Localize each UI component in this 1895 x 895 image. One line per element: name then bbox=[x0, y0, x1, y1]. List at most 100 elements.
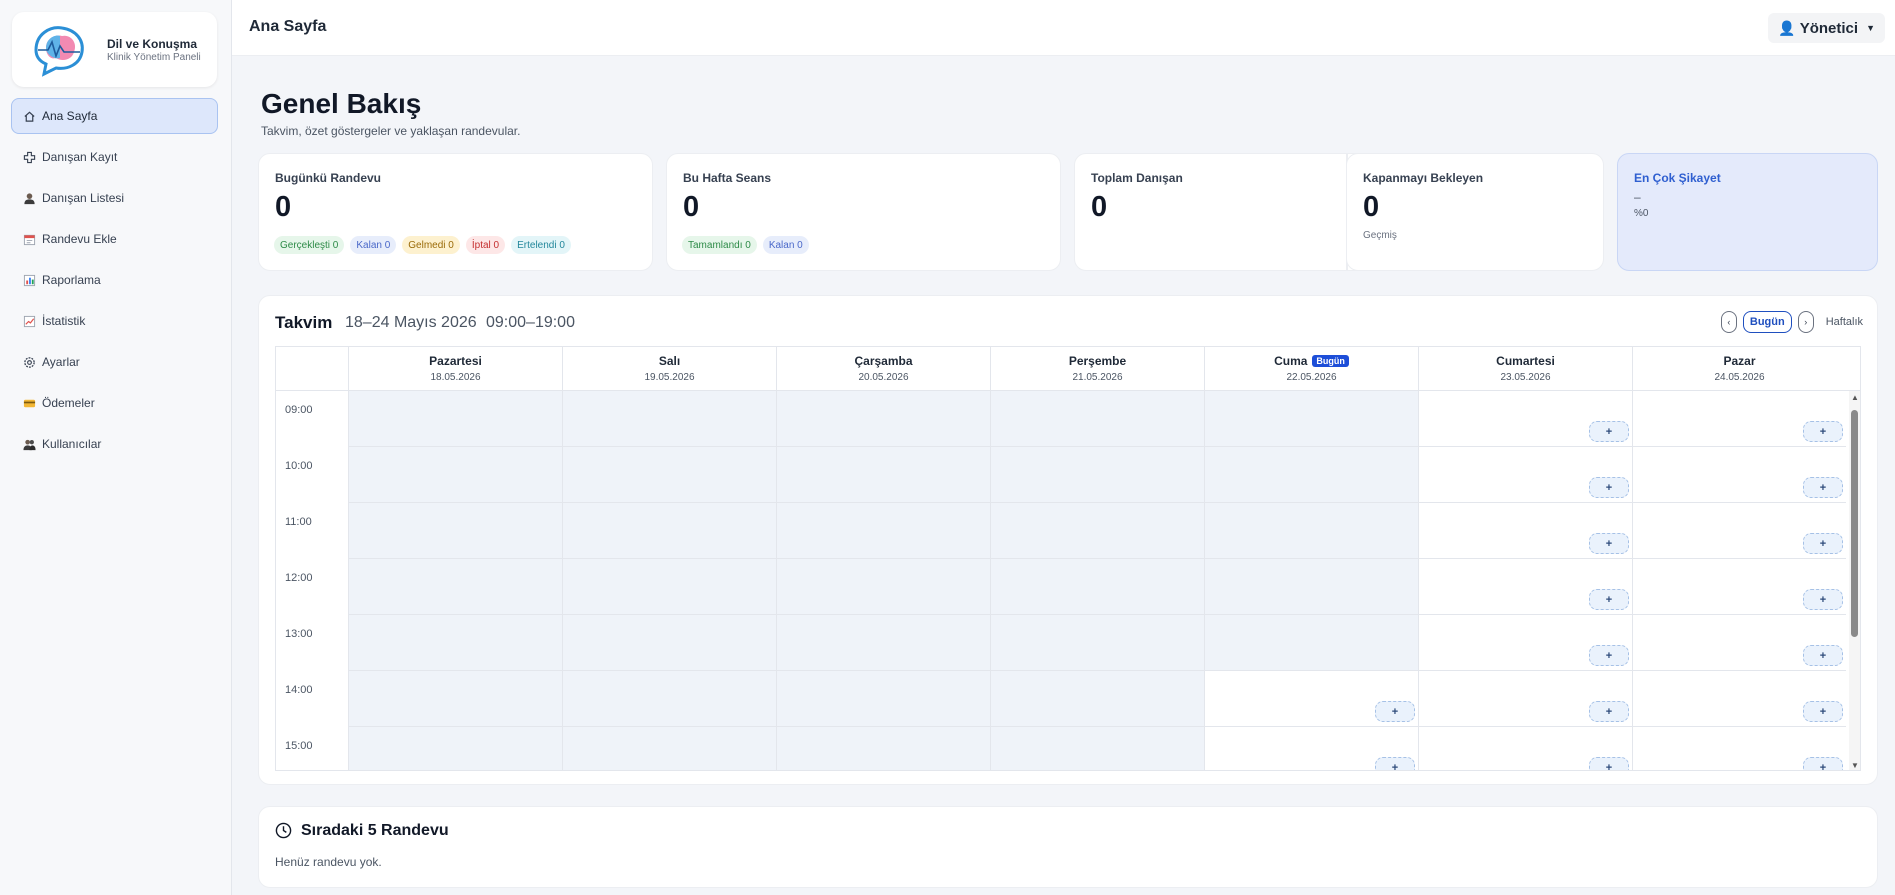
today-badge: Bugün bbox=[1312, 355, 1349, 367]
time-slot bbox=[348, 391, 562, 447]
time-slot bbox=[1204, 391, 1418, 447]
add-appointment-button[interactable]: + bbox=[1589, 421, 1629, 442]
add-appointment-button[interactable]: + bbox=[1589, 701, 1629, 722]
next-week-button[interactable]: › bbox=[1797, 311, 1814, 333]
time-slot bbox=[776, 503, 990, 559]
day-date: 20.05.2026 bbox=[858, 372, 909, 383]
time-slot[interactable]: + bbox=[1632, 615, 1846, 671]
add-appointment-button[interactable]: + bbox=[1803, 589, 1843, 610]
add-appointment-button[interactable]: + bbox=[1803, 701, 1843, 722]
add-appointment-button[interactable]: + bbox=[1803, 757, 1843, 770]
stat-card-top-complaint: En Çok Şikayet – %0 bbox=[1617, 153, 1878, 271]
day-header: Cumartesi 23.05.2026 bbox=[1418, 347, 1632, 391]
day-name-text: Cumartesi bbox=[1496, 354, 1555, 368]
add-appointment-button[interactable]: + bbox=[1589, 757, 1629, 770]
time-slot[interactable]: + bbox=[1204, 727, 1418, 770]
add-appointment-button[interactable]: + bbox=[1375, 701, 1415, 722]
sidebar-item-label: Danışan Listesi bbox=[42, 191, 125, 205]
add-appointment-button[interactable]: + bbox=[1589, 589, 1629, 610]
status-pill-noshow[interactable]: Gelmedi 0 bbox=[402, 236, 460, 254]
day-name-text: Pazartesi bbox=[429, 354, 482, 368]
sidebar: Dil ve Konuşma Klinik Yönetim Paneli Ana… bbox=[0, 0, 232, 895]
time-slot[interactable]: + bbox=[1418, 503, 1632, 559]
stat-value: 0 bbox=[1091, 191, 1108, 223]
sidebar-item-danisan-kayit[interactable]: Danışan Kayıt bbox=[11, 139, 218, 175]
stat-value: 0 bbox=[683, 191, 700, 223]
add-appointment-button[interactable]: + bbox=[1803, 421, 1843, 442]
scroll-down-arrow-icon[interactable]: ▼ bbox=[1851, 761, 1859, 770]
day-header: Pazar 24.05.2026 bbox=[1632, 347, 1846, 391]
time-slot[interactable]: + bbox=[1418, 391, 1632, 447]
status-pill-remaining[interactable]: Kalan 0 bbox=[762, 236, 809, 254]
day-name: Çarşamba bbox=[777, 354, 990, 368]
sidebar-item-ayarlar[interactable]: Ayarlar bbox=[11, 344, 218, 380]
add-appointment-button[interactable]: + bbox=[1803, 645, 1843, 666]
time-slot bbox=[562, 559, 776, 615]
upcoming-appointments-card: Sıradaki 5 Randevu Henüz randevu yok. bbox=[258, 806, 1878, 888]
page-subtitle: Takvim, özet göstergeler ve yaklaşan ran… bbox=[261, 124, 521, 138]
status-pill-cancelled[interactable]: İptal 0 bbox=[465, 236, 506, 254]
stat-label: En Çok Şikayet bbox=[1634, 171, 1721, 185]
calendar-body: + + + + + + + + + + + + + + + + ▲ ▼ 09:00 10:00 11:00 12:0… bbox=[276, 391, 1860, 770]
time-label: 15:00 bbox=[285, 740, 313, 752]
brand-card[interactable]: Dil ve Konuşma Klinik Yönetim Paneli bbox=[12, 12, 217, 87]
today-button[interactable]: Bugün bbox=[1742, 311, 1792, 333]
status-pill-completed[interactable]: Tamamlandı 0 bbox=[682, 236, 757, 254]
time-slot[interactable]: + bbox=[1632, 503, 1846, 559]
page-title: Genel Bakış bbox=[261, 88, 422, 119]
sidebar-item-istatistik[interactable]: İstatistik bbox=[11, 303, 218, 339]
time-slot[interactable]: + bbox=[1418, 559, 1632, 615]
add-appointment-button[interactable]: + bbox=[1589, 533, 1629, 554]
time-slot[interactable]: + bbox=[1632, 447, 1846, 503]
calendar-title: Takvim bbox=[275, 313, 333, 332]
time-slot[interactable]: + bbox=[1632, 727, 1846, 770]
add-appointment-button[interactable]: + bbox=[1803, 533, 1843, 554]
sidebar-item-ana-sayfa[interactable]: Ana Sayfa bbox=[11, 98, 218, 134]
scroll-up-arrow-icon[interactable]: ▲ bbox=[1851, 393, 1859, 402]
status-pill-remaining[interactable]: Kalan 0 bbox=[350, 236, 397, 254]
sidebar-item-label: İstatistik bbox=[42, 314, 86, 328]
add-appointment-button[interactable]: + bbox=[1589, 477, 1629, 498]
time-slot[interactable]: + bbox=[1418, 447, 1632, 503]
sidebar-item-kullanicilar[interactable]: Kullanıcılar bbox=[11, 426, 218, 462]
stat-value: – bbox=[1634, 190, 1641, 204]
time-slot[interactable]: + bbox=[1632, 559, 1846, 615]
time-slot[interactable]: + bbox=[1418, 615, 1632, 671]
plus-cross-icon bbox=[22, 150, 36, 164]
upcoming-title: Sıradaki 5 Randevu bbox=[301, 822, 449, 839]
day-date: 19.05.2026 bbox=[644, 372, 695, 383]
time-slot[interactable]: + bbox=[1632, 391, 1846, 447]
time-slot bbox=[1204, 447, 1418, 503]
add-appointment-button[interactable]: + bbox=[1375, 757, 1415, 770]
day-date: 22.05.2026 bbox=[1286, 372, 1337, 383]
gear-icon bbox=[22, 355, 36, 369]
time-slot[interactable]: + bbox=[1418, 671, 1632, 727]
sidebar-item-danisan-listesi[interactable]: Danışan Listesi bbox=[11, 180, 218, 216]
time-slot bbox=[348, 727, 562, 770]
status-pill-postponed[interactable]: Ertelendi 0 bbox=[511, 236, 571, 254]
add-appointment-button[interactable]: + bbox=[1803, 477, 1843, 498]
day-header: Cuma Bugün 22.05.2026 bbox=[1204, 347, 1418, 391]
stat-label: Toplam Danışan bbox=[1091, 171, 1183, 185]
sidebar-item-randevu-ekle[interactable]: Randevu Ekle bbox=[11, 221, 218, 257]
add-appointment-button[interactable]: + bbox=[1589, 645, 1629, 666]
sidebar-item-label: Ana Sayfa bbox=[42, 109, 98, 123]
time-slot[interactable]: + bbox=[1632, 671, 1846, 727]
time-slot bbox=[562, 671, 776, 727]
prev-week-button[interactable]: ‹ bbox=[1720, 311, 1737, 333]
stat-card-pending: Kapanmayı Bekleyen 0 Geçmiş bbox=[1346, 153, 1604, 271]
day-name-text: Perşembe bbox=[1068, 354, 1127, 368]
day-date: 24.05.2026 bbox=[1714, 372, 1765, 383]
time-slot[interactable]: + bbox=[1418, 727, 1632, 770]
topbar-title: Ana Sayfa bbox=[249, 18, 327, 35]
calendar-scrollbar[interactable]: ▲ ▼ bbox=[1849, 391, 1860, 770]
day-date: 21.05.2026 bbox=[1072, 372, 1123, 383]
user-menu-button[interactable]: 👤 Yönetici ▼ bbox=[1768, 13, 1885, 43]
time-slot[interactable]: + bbox=[1204, 671, 1418, 727]
sidebar-item-raporlama[interactable]: Raporlama bbox=[11, 262, 218, 298]
scroll-thumb[interactable] bbox=[1851, 410, 1858, 637]
view-mode-label[interactable]: Haftalık bbox=[1826, 316, 1863, 328]
stat-label: Bugünkü Randevu bbox=[275, 171, 382, 185]
sidebar-item-odemeler[interactable]: Ödemeler bbox=[11, 385, 218, 421]
status-pill-done[interactable]: Gerçekleşti 0 bbox=[274, 236, 345, 254]
